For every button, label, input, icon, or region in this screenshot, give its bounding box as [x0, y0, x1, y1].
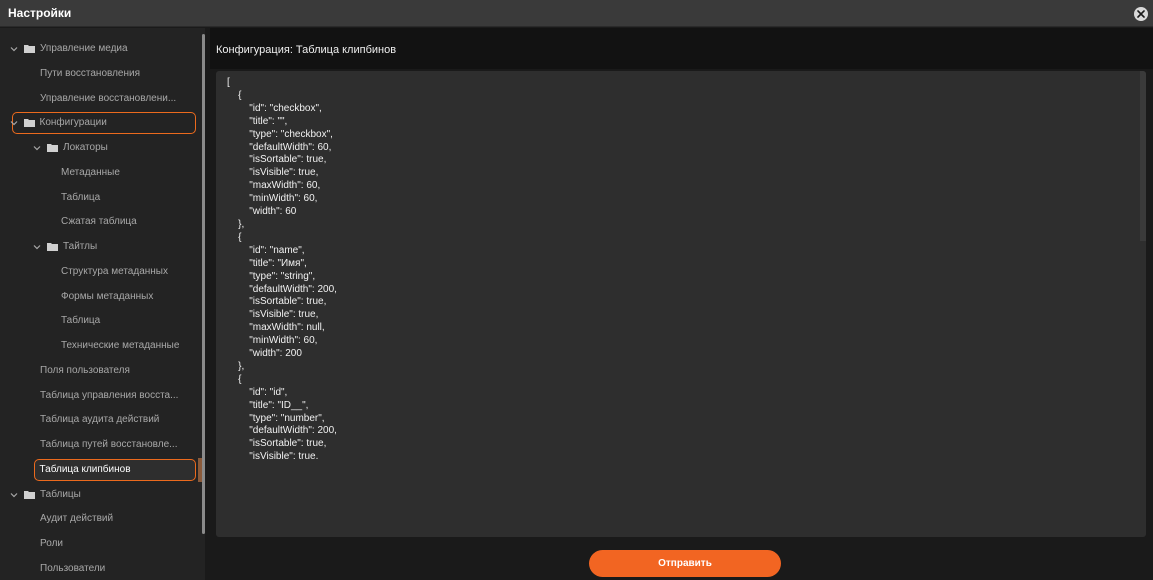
- sidebar-item-label: Формы метаданных: [61, 291, 154, 302]
- chevron-down-icon[interactable]: [10, 491, 18, 499]
- sidebar-item-label: Сжатая таблица: [61, 216, 137, 227]
- selection-indicator: [198, 458, 202, 482]
- sidebar-item[interactable]: Таблица аудита действий: [0, 410, 198, 430]
- sidebar-item[interactable]: Таблица клипбинов: [34, 459, 196, 481]
- chevron-down-icon[interactable]: [10, 45, 18, 53]
- config-header: Конфигурация: Таблица клипбинов: [210, 28, 1153, 69]
- submit-button[interactable]: Отправить: [589, 550, 781, 577]
- sidebar-item[interactable]: Аудит действий: [0, 509, 198, 529]
- folder-icon: [47, 243, 58, 251]
- sidebar-item[interactable]: Таблица: [0, 188, 198, 208]
- sidebar-folder[interactable]: Таблицы: [0, 485, 198, 505]
- window-titlebar: Настройки: [0, 0, 1153, 27]
- sidebar-item[interactable]: Сжатая таблица: [0, 212, 198, 232]
- sidebar-item[interactable]: Поля пользователя: [0, 361, 198, 381]
- sidebar-item[interactable]: Структура метаданных: [0, 262, 198, 282]
- folder-icon: [24, 45, 35, 53]
- sidebar-item-label: Управление восстановлени...: [40, 93, 177, 104]
- sidebar-item-label: Локаторы: [63, 142, 108, 153]
- sidebar-item[interactable]: Пользователи: [0, 559, 198, 579]
- sidebar-item-label: Таблица аудита действий: [40, 414, 160, 425]
- sidebar-item-label: Таблицы: [40, 489, 81, 500]
- chevron-down-icon[interactable]: [33, 243, 41, 251]
- sidebar-folder[interactable]: Управление медиа: [0, 39, 198, 59]
- sidebar-folder[interactable]: Конфигурации: [10, 112, 196, 134]
- sidebar-scrollbar[interactable]: [202, 34, 205, 534]
- sidebar-item-label: Поля пользователя: [40, 365, 130, 376]
- folder-icon: [24, 491, 35, 499]
- sidebar-item-label: Управление медиа: [40, 43, 128, 54]
- editor-scrollbar[interactable]: [1140, 71, 1146, 241]
- sidebar-item[interactable]: Метаданные: [0, 163, 198, 183]
- sidebar-item-label: Технические метаданные: [61, 340, 180, 351]
- sidebar-item[interactable]: Пути восстановления: [0, 64, 198, 84]
- sidebar-item[interactable]: Управление восстановлени...: [0, 89, 198, 109]
- sidebar-item-label: Таблица: [61, 192, 101, 203]
- sidebar-item[interactable]: Таблица путей восстановле...: [0, 435, 198, 455]
- close-icon[interactable]: [1134, 7, 1148, 21]
- sidebar-item-label: Аудит действий: [40, 513, 114, 524]
- window-title: Настройки: [8, 6, 72, 20]
- sidebar-item-label: Конфигурации: [39, 117, 107, 128]
- json-editor[interactable]: [ { "id": "checkbox", "title": "", "type…: [216, 71, 1146, 537]
- sidebar-folder[interactable]: Тайтлы: [0, 237, 198, 257]
- sidebar-item-label: Таблица клипбинов: [39, 464, 131, 475]
- sidebar-item-label: Роли: [40, 538, 63, 549]
- sidebar-item-label: Метаданные: [61, 167, 120, 178]
- main-panel: Конфигурация: Таблица клипбинов [ { "id"…: [210, 28, 1153, 580]
- sidebar-item[interactable]: Таблица: [0, 311, 198, 331]
- sidebar-item-label: Таблица: [61, 315, 101, 326]
- sidebar-item[interactable]: Формы метаданных: [0, 287, 198, 307]
- chevron-down-icon[interactable]: [10, 119, 18, 127]
- sidebar-item-label: Пользователи: [40, 563, 106, 574]
- folder-icon: [23, 119, 35, 127]
- json-editor-content[interactable]: [ { "id": "checkbox", "title": "", "type…: [227, 77, 337, 464]
- config-title: Конфигурация: Таблица клипбинов: [216, 44, 397, 56]
- sidebar-item-label: Тайтлы: [63, 241, 98, 252]
- sidebar-folder[interactable]: Локаторы: [0, 138, 198, 158]
- sidebar-item-label: Структура метаданных: [61, 266, 168, 277]
- sidebar-item-label: Пути восстановления: [40, 68, 141, 79]
- folder-icon: [47, 144, 58, 152]
- sidebar-item[interactable]: Роли: [0, 534, 198, 554]
- sidebar-item[interactable]: Таблица управления восста...: [0, 386, 198, 406]
- sidebar-item-label: Таблица путей восстановле...: [40, 439, 178, 450]
- sidebar-item[interactable]: Технические метаданные: [0, 336, 198, 356]
- sidebar-item-label: Таблица управления восста...: [40, 390, 179, 401]
- settings-sidebar: Управление медиа Пути восстановления Управ…: [0, 28, 205, 580]
- chevron-down-icon[interactable]: [33, 144, 41, 152]
